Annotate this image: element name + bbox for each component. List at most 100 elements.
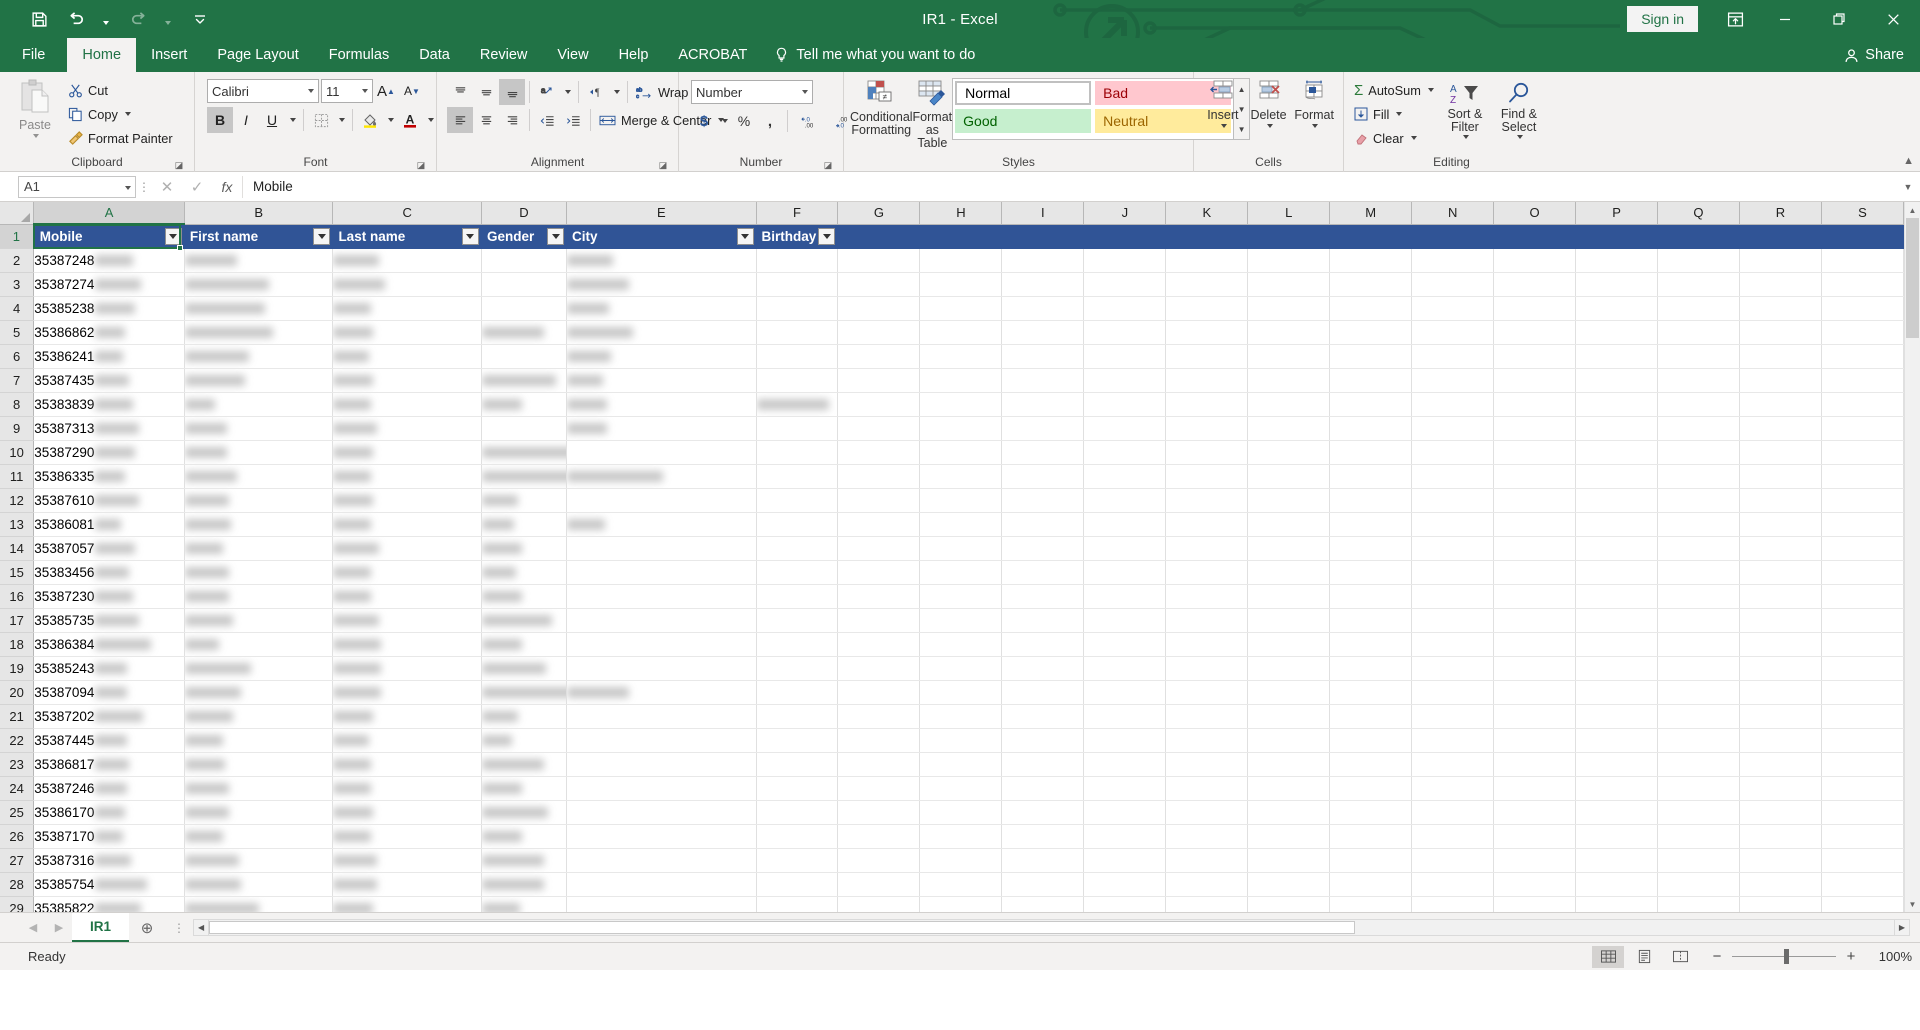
- cell-C9[interactable]: [332, 416, 482, 441]
- cell-E22[interactable]: [566, 728, 757, 753]
- row-header-1[interactable]: 1: [0, 224, 35, 249]
- row-header-26[interactable]: 26: [0, 824, 35, 849]
- cell-F17[interactable]: [756, 608, 839, 633]
- add-sheet-icon[interactable]: ⊕: [129, 913, 165, 942]
- cell-L4[interactable]: [1247, 296, 1331, 321]
- cell-I2[interactable]: [1001, 248, 1085, 273]
- delete-dropdown-icon[interactable]: [1266, 124, 1273, 128]
- cell-A9[interactable]: 35387313: [33, 416, 185, 441]
- cell-K7[interactable]: [1165, 368, 1249, 393]
- cell-I29[interactable]: [1001, 896, 1085, 912]
- select-all-corner[interactable]: [0, 202, 35, 225]
- autosum-dropdown-icon[interactable]: [1427, 88, 1434, 92]
- cell-I16[interactable]: [1001, 584, 1085, 609]
- table-header-cell-empty[interactable]: [1329, 224, 1413, 249]
- fill-color-dropdown-icon[interactable]: [383, 107, 397, 133]
- cell-P13[interactable]: [1575, 512, 1659, 537]
- cell-M4[interactable]: [1329, 296, 1413, 321]
- cell-Q19[interactable]: [1657, 656, 1740, 681]
- cell-H21[interactable]: [919, 704, 1003, 729]
- cell-O2[interactable]: [1493, 248, 1577, 273]
- cell-B23[interactable]: [184, 752, 334, 777]
- cell-H28[interactable]: [919, 872, 1003, 897]
- cell-S18[interactable]: [1821, 632, 1905, 657]
- cell-O27[interactable]: [1493, 848, 1577, 873]
- cell-J21[interactable]: [1083, 704, 1167, 729]
- cell-H14[interactable]: [919, 536, 1003, 561]
- cell-J8[interactable]: [1083, 392, 1167, 417]
- cell-B2[interactable]: [184, 248, 334, 273]
- cell-R28[interactable]: [1739, 872, 1822, 897]
- cell-Q25[interactable]: [1657, 800, 1740, 825]
- cell-S28[interactable]: [1821, 872, 1905, 897]
- cell-I27[interactable]: [1001, 848, 1085, 873]
- number-dialog-launcher[interactable]: ◪: [823, 161, 833, 171]
- cell-G7[interactable]: [837, 368, 921, 393]
- cell-M21[interactable]: [1329, 704, 1413, 729]
- grid-row[interactable]: 11 35386335: [0, 464, 1905, 489]
- share-button[interactable]: Share: [1844, 38, 1904, 72]
- customize-quick-access-toolbar-icon[interactable]: [183, 4, 217, 34]
- cell-A6[interactable]: 35386241: [33, 344, 185, 369]
- cell-P29[interactable]: [1575, 896, 1659, 912]
- cell-R8[interactable]: [1739, 392, 1822, 417]
- filter-dropdown-icon[interactable]: [547, 227, 565, 245]
- cell-F8[interactable]: [756, 392, 839, 417]
- column-header-j[interactable]: J: [1083, 202, 1167, 225]
- font-size-input[interactable]: 11: [321, 79, 373, 103]
- cell-O9[interactable]: [1493, 416, 1577, 441]
- cell-G5[interactable]: [837, 320, 921, 345]
- cell-J20[interactable]: [1083, 680, 1167, 705]
- horizontal-scrollbar[interactable]: [209, 919, 1894, 936]
- cell-Q14[interactable]: [1657, 536, 1740, 561]
- cell-K15[interactable]: [1165, 560, 1249, 585]
- confirm-entry-icon[interactable]: ✓: [182, 175, 212, 199]
- formula-bar-grip[interactable]: ⋮: [136, 180, 152, 194]
- orientation-icon[interactable]: a: [534, 79, 560, 105]
- cell-O15[interactable]: [1493, 560, 1577, 585]
- cell-C19[interactable]: [332, 656, 482, 681]
- row-header-9[interactable]: 9: [0, 416, 35, 441]
- cell-N3[interactable]: [1411, 272, 1495, 297]
- cell-A25[interactable]: 35386170: [33, 800, 185, 825]
- cell-R16[interactable]: [1739, 584, 1822, 609]
- cell-I10[interactable]: [1001, 440, 1085, 465]
- cell-B19[interactable]: [184, 656, 334, 681]
- cell-H24[interactable]: [919, 776, 1003, 801]
- cell-M7[interactable]: [1329, 368, 1413, 393]
- cell-N25[interactable]: [1411, 800, 1495, 825]
- cell-N7[interactable]: [1411, 368, 1495, 393]
- cell-M17[interactable]: [1329, 608, 1413, 633]
- cell-F28[interactable]: [756, 872, 839, 897]
- cell-Q17[interactable]: [1657, 608, 1740, 633]
- cell-R17[interactable]: [1739, 608, 1822, 633]
- cell-L11[interactable]: [1247, 464, 1331, 489]
- grid-row[interactable]: 13 35386081: [0, 512, 1905, 537]
- name-box-dropdown-icon[interactable]: [125, 185, 131, 190]
- cell-N12[interactable]: [1411, 488, 1495, 513]
- cell-R24[interactable]: [1739, 776, 1822, 801]
- cell-N9[interactable]: [1411, 416, 1495, 441]
- cell-J15[interactable]: [1083, 560, 1167, 585]
- tab-view[interactable]: View: [542, 38, 603, 72]
- copy-dropdown-icon[interactable]: [124, 112, 131, 116]
- cell-B17[interactable]: [184, 608, 334, 633]
- cell-E4[interactable]: [566, 296, 757, 321]
- cell-G15[interactable]: [837, 560, 921, 585]
- grid-row[interactable]: 18 35386384: [0, 632, 1905, 657]
- row-header-21[interactable]: 21: [0, 704, 35, 729]
- cell-L21[interactable]: [1247, 704, 1331, 729]
- cell-R4[interactable]: [1739, 296, 1822, 321]
- cell-F12[interactable]: [756, 488, 839, 513]
- cell-O29[interactable]: [1493, 896, 1577, 912]
- cell-F27[interactable]: [756, 848, 839, 873]
- cell-M3[interactable]: [1329, 272, 1413, 297]
- cell-K9[interactable]: [1165, 416, 1249, 441]
- cell-Q7[interactable]: [1657, 368, 1740, 393]
- cell-D29[interactable]: [481, 896, 568, 912]
- cell-Q3[interactable]: [1657, 272, 1740, 297]
- cell-B24[interactable]: [184, 776, 334, 801]
- paste-button[interactable]: Paste: [6, 76, 64, 138]
- sort-filter-dropdown-icon[interactable]: [1462, 135, 1469, 139]
- cell-H19[interactable]: [919, 656, 1003, 681]
